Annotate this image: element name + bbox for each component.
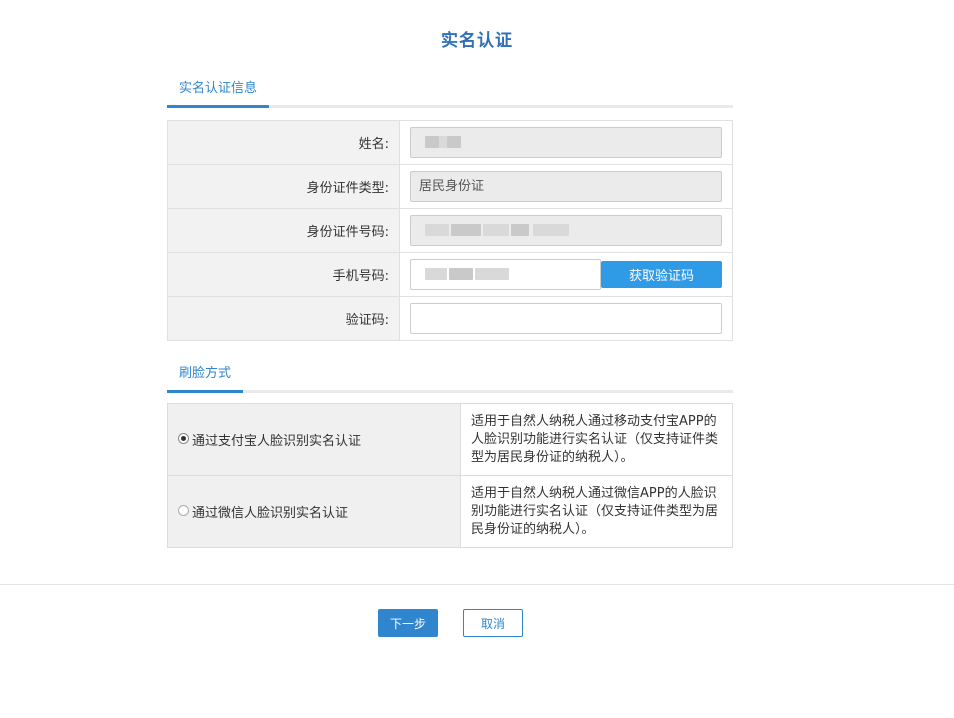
table-row: 通过支付宝人脸识别实名认证 适用于自然人纳税人通过移动支付宝APP的人脸识别功能… <box>167 403 733 476</box>
id-type-field[interactable]: 居民身份证 <box>410 171 722 202</box>
phone-field[interactable] <box>410 259 601 290</box>
wechat-description: 适用于自然人纳税人通过微信APP的人脸识别功能进行实名认证（仅支持证件类型为居民… <box>460 475 733 548</box>
real-name-info-table: 姓名: 身份证件类型: 居民身份证 身份证件号码: 手机号码: 获取验证码 验证… <box>167 120 733 341</box>
alipay-option-label[interactable]: 通过支付宝人脸识别实名认证 <box>192 434 361 449</box>
redacted-block <box>451 224 481 236</box>
id-number-label: 身份证件号码: <box>167 208 400 253</box>
redacted-block <box>425 224 449 236</box>
redacted-block <box>533 224 569 236</box>
wechat-radio[interactable] <box>178 505 189 516</box>
tab-face-method[interactable]: 刷脸方式 <box>167 362 244 393</box>
redacted-block <box>511 224 529 236</box>
page-title: 实名认证 <box>441 31 513 51</box>
verification-code-input[interactable] <box>410 303 722 334</box>
redacted-block <box>475 268 509 280</box>
face-method-table: 通过支付宝人脸识别实名认证 适用于自然人纳税人通过移动支付宝APP的人脸识别功能… <box>167 403 733 548</box>
table-row: 身份证件号码: <box>167 208 733 253</box>
id-type-label: 身份证件类型: <box>167 164 400 209</box>
redacted-block <box>447 136 461 148</box>
alipay-radio[interactable] <box>178 433 189 444</box>
get-verification-code-button[interactable]: 获取验证码 <box>601 261 722 288</box>
info-section-header: 实名认证信息 <box>167 77 733 108</box>
verification-code-label: 验证码: <box>167 296 400 341</box>
name-field[interactable] <box>410 127 722 158</box>
name-label: 姓名: <box>167 120 400 165</box>
table-row: 手机号码: 获取验证码 <box>167 252 733 297</box>
face-section-header: 刷脸方式 <box>167 362 733 393</box>
alipay-option[interactable]: 通过支付宝人脸识别实名认证 <box>167 403 461 476</box>
cancel-button[interactable]: 取消 <box>463 609 523 637</box>
wechat-option-label[interactable]: 通过微信人脸识别实名认证 <box>192 506 348 521</box>
footer-divider <box>0 584 954 585</box>
table-row: 身份证件类型: 居民身份证 <box>167 164 733 209</box>
tab-real-name-info[interactable]: 实名认证信息 <box>167 77 270 108</box>
redacted-block <box>439 136 447 148</box>
table-row: 姓名: <box>167 120 733 165</box>
next-step-button[interactable]: 下一步 <box>378 609 438 637</box>
redacted-block <box>425 136 439 148</box>
redacted-block <box>483 224 509 236</box>
table-row: 通过微信人脸识别实名认证 适用于自然人纳税人通过微信APP的人脸识别功能进行实名… <box>167 475 733 548</box>
redacted-block <box>425 268 447 280</box>
id-number-field[interactable] <box>410 215 722 246</box>
table-row: 验证码: <box>167 296 733 341</box>
wechat-option[interactable]: 通过微信人脸识别实名认证 <box>167 475 461 548</box>
alipay-description: 适用于自然人纳税人通过移动支付宝APP的人脸识别功能进行实名认证（仅支持证件类型… <box>460 403 733 476</box>
redacted-block <box>449 268 473 280</box>
phone-label: 手机号码: <box>167 252 400 297</box>
